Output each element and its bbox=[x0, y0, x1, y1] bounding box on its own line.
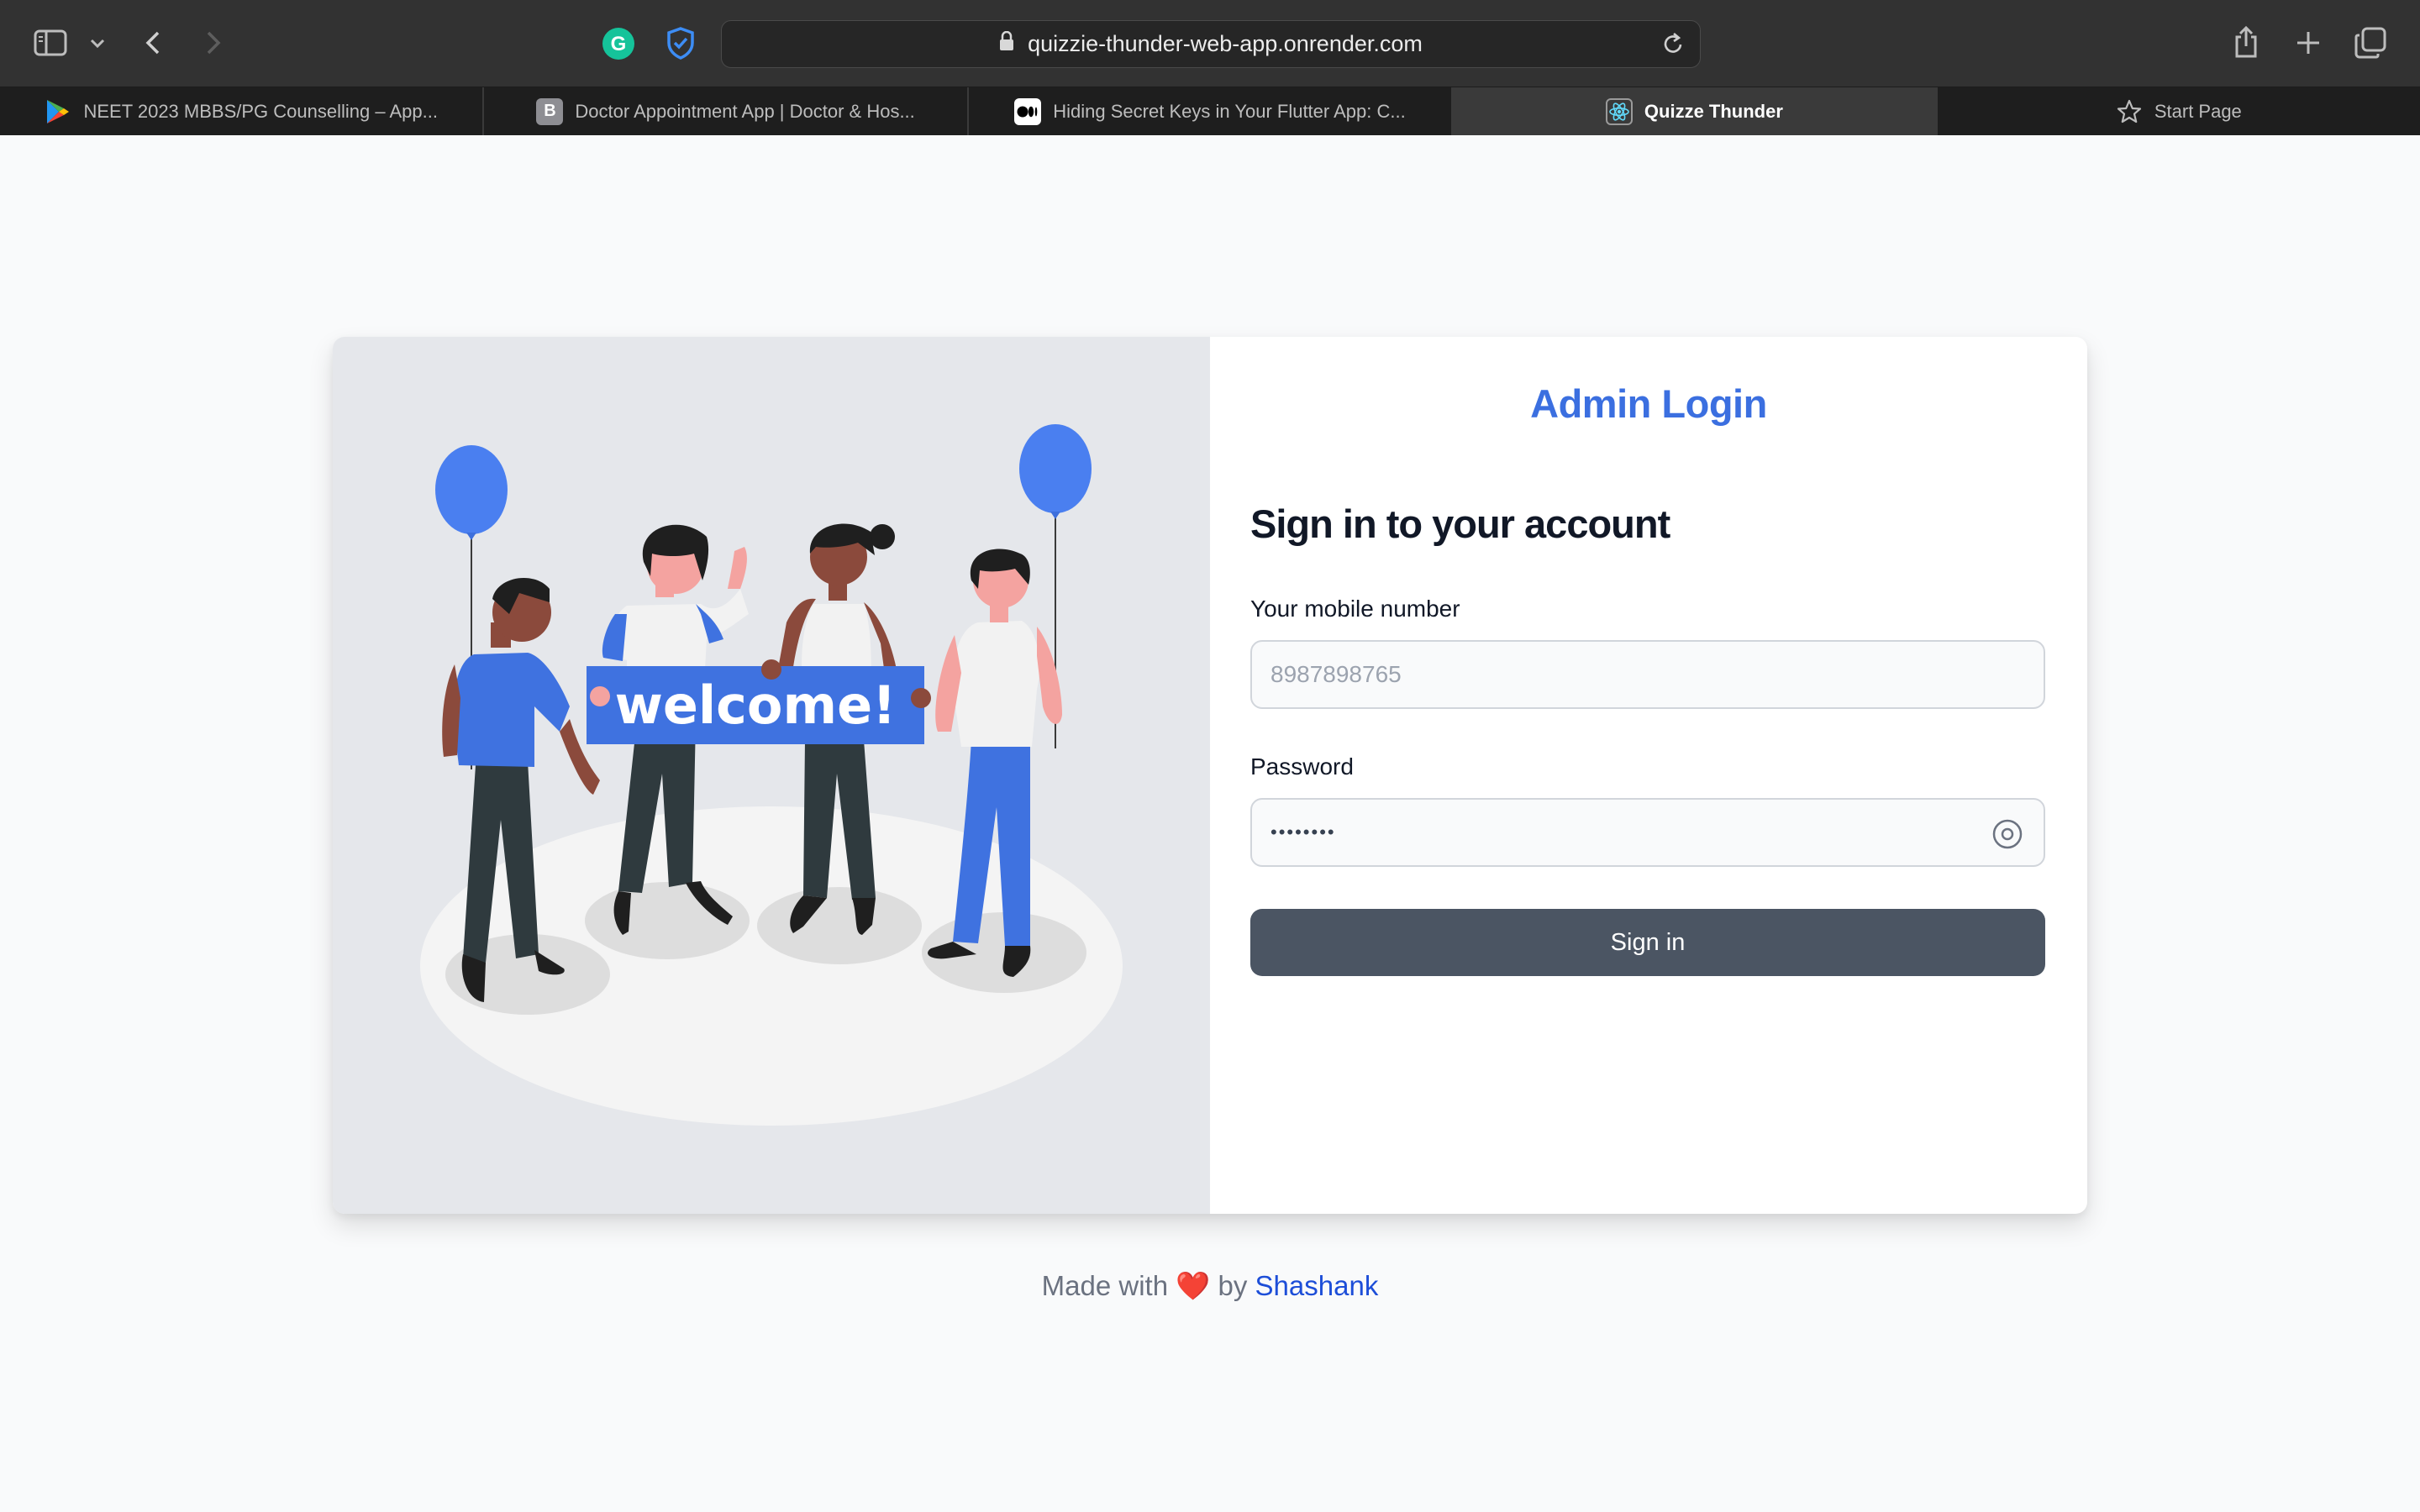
author-link[interactable]: Shashank bbox=[1255, 1270, 1379, 1301]
new-tab-plus-icon[interactable] bbox=[2292, 27, 2324, 59]
tab-doctor-appointment[interactable]: B Doctor Appointment App | Doctor & Hos.… bbox=[484, 87, 969, 135]
shield-extension-icon[interactable] bbox=[664, 26, 697, 60]
grammarly-extension-icon[interactable]: G bbox=[602, 27, 635, 60]
forward-icon[interactable] bbox=[202, 27, 225, 59]
browser-toolbar: G quizzie-thunder-web-app.onrender.com bbox=[0, 0, 2420, 87]
welcome-banner-text: welcome! bbox=[615, 675, 897, 736]
share-icon[interactable] bbox=[2231, 24, 2261, 60]
heart-icon: ❤️ bbox=[1176, 1270, 1211, 1301]
sign-in-button[interactable]: Sign in bbox=[1250, 909, 2045, 976]
sidebar-toggle-icon[interactable] bbox=[32, 27, 69, 59]
url-text: quizzie-thunder-web-app.onrender.com bbox=[1028, 31, 1423, 56]
welcome-illustration: welcome! bbox=[333, 337, 1210, 1214]
medium-icon bbox=[1014, 97, 1042, 125]
eye-icon[interactable] bbox=[1991, 818, 2023, 850]
lock-icon bbox=[999, 30, 1014, 57]
password-input[interactable]: •••••••• bbox=[1250, 798, 2045, 867]
tab-start-page[interactable]: Start Page bbox=[1938, 87, 2420, 135]
password-masked-value: •••••••• bbox=[1270, 822, 1336, 843]
sign-in-heading: Sign in to your account bbox=[1250, 501, 1670, 546]
mobile-number-input[interactable] bbox=[1250, 640, 2045, 709]
password-label: Password bbox=[1250, 753, 1354, 780]
svg-text:G: G bbox=[611, 33, 627, 55]
behance-icon: B bbox=[536, 97, 564, 125]
welcome-illustration-svg: welcome! bbox=[420, 424, 1123, 1126]
tab-hiding-secret-keys[interactable]: Hiding Secret Keys in Your Flutter App: … bbox=[969, 87, 1454, 135]
login-form-panel: Admin Login Sign in to your account Your… bbox=[1210, 337, 2087, 1214]
react-icon bbox=[1605, 97, 1633, 125]
footer-by: by bbox=[1218, 1270, 1248, 1301]
footer: Made with ❤️ by Shashank bbox=[0, 1270, 2420, 1303]
footer-made-with: Made with bbox=[1041, 1270, 1169, 1301]
chevron-down-icon[interactable] bbox=[87, 34, 108, 54]
login-card: welcome! Admin Login Sign in to your acc… bbox=[333, 337, 2087, 1214]
tab-bar: NEET 2023 MBBS/PG Counselling – App... B… bbox=[0, 87, 2420, 135]
mobile-number-label: Your mobile number bbox=[1250, 596, 1460, 622]
tab-neet-counselling[interactable]: NEET 2023 MBBS/PG Counselling – App... bbox=[0, 87, 485, 135]
tab-quizze-thunder[interactable]: Quizze Thunder bbox=[1453, 87, 1938, 135]
admin-login-title: Admin Login bbox=[1530, 381, 1767, 426]
back-icon[interactable] bbox=[141, 27, 165, 59]
star-icon bbox=[2116, 98, 2143, 125]
tab-overview-icon[interactable] bbox=[2353, 25, 2388, 60]
reload-icon[interactable] bbox=[1661, 31, 1685, 62]
address-bar[interactable]: quizzie-thunder-web-app.onrender.com bbox=[721, 20, 1701, 68]
play-store-icon bbox=[45, 98, 71, 125]
